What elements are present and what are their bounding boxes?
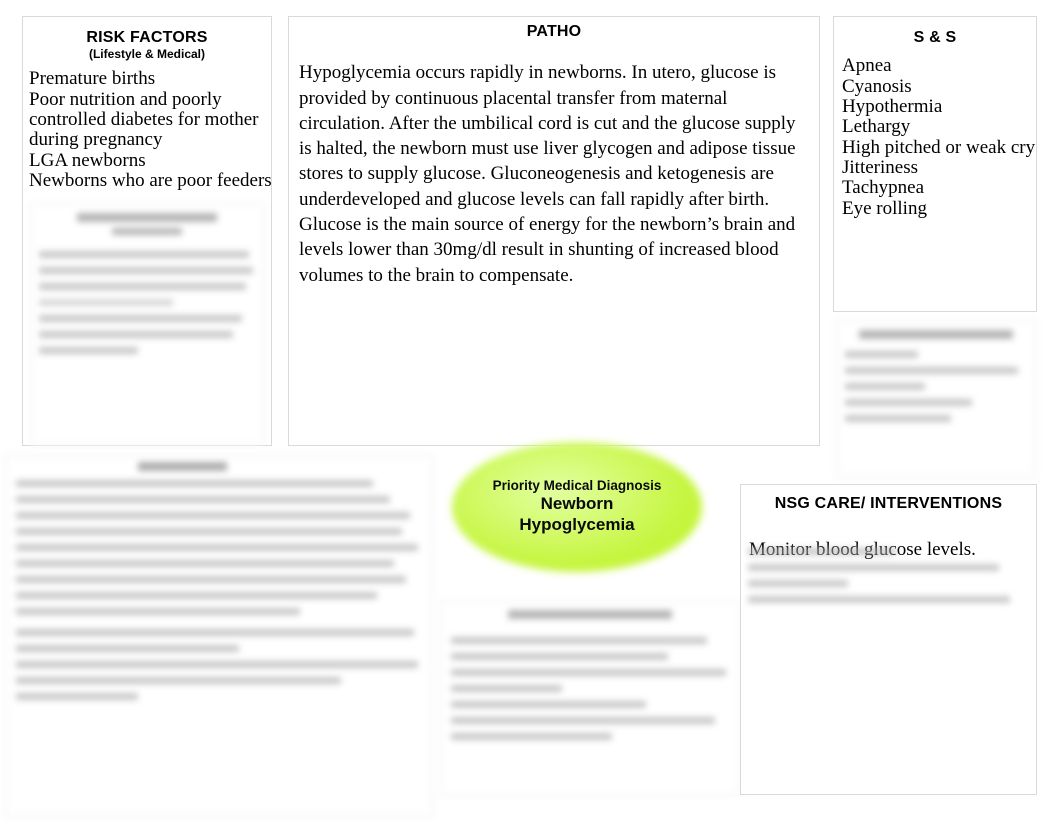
list-item: High pitched or weak cry xyxy=(842,136,1036,158)
risk-factors-list: Premature births Poor nutrition and poor… xyxy=(29,68,272,191)
nsg-care-lower-lines-illegible xyxy=(748,548,1033,638)
priority-diagnosis-line1: Newborn xyxy=(540,494,614,514)
patho-card: PATHO Hypoglycemia occurs rapidly in new… xyxy=(288,16,820,446)
list-item: Jitteriness xyxy=(842,157,918,179)
list-item: Hypothermia xyxy=(842,96,943,118)
list-item: Poor nutrition and poorly controlled dia… xyxy=(29,88,259,151)
list-item: Eye rolling xyxy=(842,197,927,219)
signs-symptoms-lower-panel-illegible xyxy=(836,320,1036,478)
priority-diagnosis-line2: Hypoglycemia xyxy=(519,515,635,535)
risk-factors-lower-panel-illegible xyxy=(30,203,264,446)
list-item: Lethargy xyxy=(842,116,911,138)
list-item: Cyanosis xyxy=(842,75,912,97)
nursing-diagnosis-panel-illegible xyxy=(5,455,433,817)
priority-diagnosis-label: Priority Medical Diagnosis xyxy=(492,478,662,494)
risk-factors-title: RISK FACTORS xyxy=(86,29,208,46)
signs-and-symptoms-list: Apnea Cyanosis Hypothermia Lethargy High… xyxy=(842,55,1036,219)
list-item: Tachypnea xyxy=(842,177,925,199)
patho-body: Hypoglycemia occurs rapidly in newborns.… xyxy=(299,62,796,286)
patho-title: PATHO xyxy=(526,23,582,40)
list-item: Apnea xyxy=(842,55,892,77)
list-item: LGA newborns xyxy=(29,149,146,171)
list-item: Premature births xyxy=(29,68,156,90)
list-item: Newborns who are poor feeders xyxy=(29,169,272,191)
center-bottom-panel-illegible xyxy=(440,600,740,796)
signs-and-symptoms-card: S & S Apnea Cyanosis Hypothermia Letharg… xyxy=(833,16,1037,312)
risk-factors-subtitle: (Lifestyle & Medical) xyxy=(88,47,206,62)
priority-diagnosis-label-group: Priority Medical Diagnosis Newborn Hypog… xyxy=(452,442,702,572)
nsg-care-card: NSG CARE/ INTERVENTIONS Monitor blood gl… xyxy=(740,484,1037,795)
signs-and-symptoms-title: S & S xyxy=(913,29,957,46)
nsg-care-title: NSG CARE/ INTERVENTIONS xyxy=(774,495,1003,512)
